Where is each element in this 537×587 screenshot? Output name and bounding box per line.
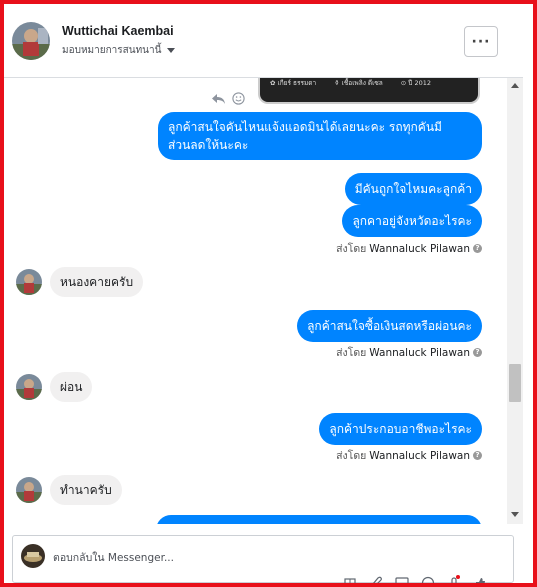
- message-actions: [211, 90, 245, 109]
- avatar[interactable]: [16, 477, 42, 503]
- sent-by-prefix: ส่งโดย: [336, 450, 367, 462]
- more-options-button[interactable]: ···: [464, 26, 498, 57]
- agent-name: Wannaluck Pilawan: [369, 242, 470, 255]
- help-icon[interactable]: ?: [473, 348, 482, 357]
- chat-scrollbar[interactable]: [507, 78, 523, 524]
- page-avatar: [21, 544, 45, 568]
- caption-item: ⊙ ปี 2012: [400, 79, 432, 87]
- scroll-up-icon[interactable]: [511, 83, 519, 88]
- incoming-message[interactable]: ผ่อน: [50, 372, 93, 402]
- sent-by-label: ส่งโดย Wannaluck Pilawan ?: [336, 447, 482, 464]
- message-text: ส่วนลดให้นะคะ: [168, 138, 249, 152]
- message-text: ลูกค้าสนใจคันไหนแจ้งแอดมินได้เลยนะคะ รถท…: [168, 120, 442, 134]
- caption-item: ✿ เกียร์ ธรรมดา: [270, 79, 317, 87]
- sent-by-prefix: ส่งโดย: [336, 243, 367, 255]
- incoming-message[interactable]: หนองคายครับ: [50, 267, 144, 297]
- reply-icon[interactable]: [211, 90, 226, 109]
- message-thread: ✿ เกียร์ ธรรมดา ⚱ เชื้อเพลิง ดีเซล ⊙ ปี …: [4, 78, 507, 524]
- like-icon[interactable]: [473, 574, 487, 584]
- emoji-icon[interactable]: [421, 574, 435, 584]
- gift-icon[interactable]: [343, 574, 357, 584]
- conversation-header: Wuttichai Kaembai มอบหมายการสนทนานี้ ···: [4, 4, 523, 78]
- outgoing-message[interactable]: ลูกค้าสนใจซื้อเงินสดหรือผ่อนคะ: [297, 310, 482, 342]
- scroll-down-icon[interactable]: [511, 512, 519, 517]
- reply-composer[interactable]: ตอบกลับใน Messenger...: [12, 535, 514, 584]
- help-icon[interactable]: ?: [473, 244, 482, 253]
- sent-by-label: ส่งโดย Wannaluck Pilawan ?: [336, 240, 482, 257]
- gif-icon[interactable]: [395, 574, 409, 584]
- scroll-thumb[interactable]: [509, 364, 521, 402]
- composer-toolbar: [343, 574, 487, 584]
- outgoing-message[interactable]: มีคันถูกใจไหมคะลูกค้า: [344, 173, 482, 205]
- incoming-message[interactable]: ทำนาครับ: [50, 475, 122, 505]
- assign-conversation-dropdown[interactable]: มอบหมายการสนทนานี้: [62, 43, 176, 58]
- caption-item: ⚱ เชื้อเพลิง ดีเซล: [334, 79, 383, 87]
- outgoing-message[interactable]: ลูกค้าประกอบอาชีพอะไรคะ: [319, 413, 482, 445]
- avatar[interactable]: [16, 269, 42, 295]
- sent-by-label: ส่งโดย Wannaluck Pilawan ?: [336, 344, 482, 361]
- avatar[interactable]: [16, 374, 42, 400]
- outgoing-message[interactable]: ลูกค้าสนใจคันไหนแจ้งแอดมินได้เลยนะคะ รถท…: [158, 112, 482, 160]
- shared-image-preview[interactable]: ✿ เกียร์ ธรรมดา ⚱ เชื้อเพลิง ดีเซล ⊙ ปี …: [258, 78, 480, 104]
- attach-icon[interactable]: [369, 574, 383, 584]
- mic-icon[interactable]: [447, 574, 461, 584]
- smiley-icon[interactable]: [232, 90, 245, 109]
- sent-by-prefix: ส่งโดย: [336, 347, 367, 359]
- outgoing-message[interactable]: ลูกคาอยู่จังหวัดอะไรคะ: [342, 205, 482, 237]
- caret-down-icon: [167, 48, 176, 53]
- help-icon[interactable]: ?: [473, 451, 482, 460]
- agent-name: Wannaluck Pilawan: [369, 449, 470, 462]
- outgoing-message[interactable]: [156, 515, 482, 524]
- assign-label: มอบหมายการสนทนานี้: [62, 45, 162, 56]
- agent-name: Wannaluck Pilawan: [369, 346, 470, 359]
- image-caption: ✿ เกียร์ ธรรมดา ⚱ เชื้อเพลิง ดีเซล ⊙ ปี …: [270, 78, 431, 88]
- reply-input[interactable]: ตอบกลับใน Messenger...: [53, 549, 174, 566]
- avatar[interactable]: [12, 22, 50, 60]
- contact-name[interactable]: Wuttichai Kaembai: [62, 24, 174, 38]
